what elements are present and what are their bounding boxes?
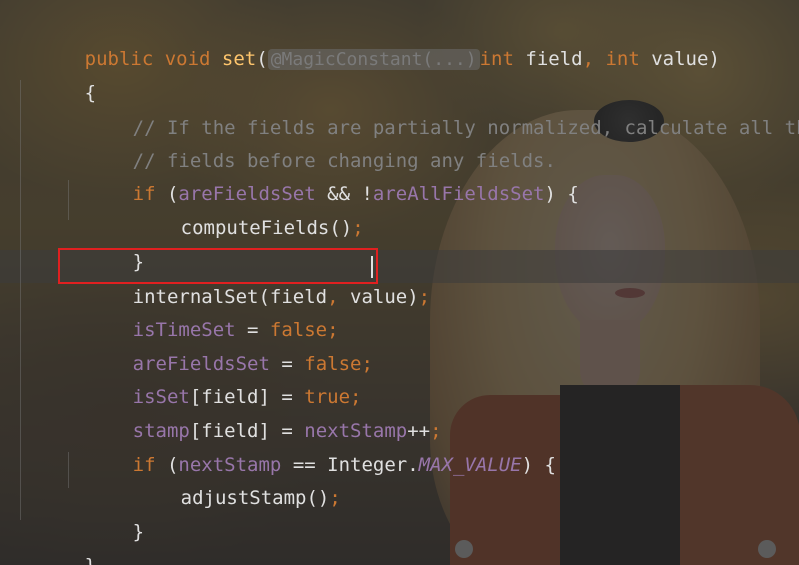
comma: ,	[582, 48, 595, 70]
close-brace-line[interactable]: }	[64, 217, 144, 273]
red-highlight-box	[58, 248, 378, 284]
close-paren: )	[708, 48, 720, 70]
if-statement-line[interactable]: if (nextStamp == Integer.MAX_VALUE) {	[64, 420, 556, 476]
constant-ref: MAX_VALUE	[418, 454, 522, 476]
assignment-line[interactable]: stamp[field] = nextStamp++;	[64, 386, 442, 442]
text-caret	[371, 256, 373, 278]
close-paren-brace: ) {	[544, 183, 579, 205]
semicolon: ;	[329, 487, 341, 509]
modifiers: public void	[84, 48, 222, 70]
close-brace-line[interactable]: }	[64, 487, 144, 543]
method-args: value)	[338, 286, 419, 308]
param-type: int	[479, 48, 514, 70]
adjust-stamp-line[interactable]: adjustStamp();	[112, 453, 341, 509]
method-name: set	[221, 48, 257, 70]
method-call: computeFields()	[180, 217, 353, 239]
semicolon: ;	[418, 286, 431, 308]
compute-fields-line[interactable]: computeFields();	[112, 183, 364, 239]
param-name: field	[513, 48, 583, 70]
code-editor[interactable]: public void set(@MagicConstant(...) int f…	[0, 0, 799, 565]
comment-line[interactable]: // fields before changing any fields.	[64, 116, 556, 172]
open-paren: (	[256, 48, 268, 70]
if-statement-line[interactable]: if (areFieldsSet && !areAllFieldsSet) {	[64, 149, 579, 205]
close-brace: }	[85, 555, 96, 565]
annotation-inlay-hint[interactable]: @MagicConstant(...)	[267, 49, 480, 70]
close-brace: }	[132, 521, 145, 543]
comment-line[interactable]: // If the fields are partially normalize…	[64, 83, 799, 139]
open-brace-line[interactable]: {	[16, 48, 96, 104]
assignment-line[interactable]: isTimeSet = false;	[64, 285, 339, 341]
assignment-line[interactable]: areFieldsSet = false;	[64, 319, 373, 375]
assignment-line[interactable]: isSet[field] = true;	[64, 352, 362, 408]
close-paren-brace: ) {	[521, 454, 556, 476]
method-signature-line[interactable]: public void set(@MagicConstant(...) int f…	[16, 14, 720, 70]
semicolon: ;	[352, 217, 364, 239]
semicolon: ;	[361, 353, 373, 375]
method-call: adjustStamp()	[180, 487, 330, 509]
param-type: int	[594, 48, 640, 70]
close-brace-line[interactable]: }	[16, 521, 96, 565]
param-name: value	[639, 48, 709, 70]
field-ref: areAllFieldsSet	[372, 183, 545, 205]
